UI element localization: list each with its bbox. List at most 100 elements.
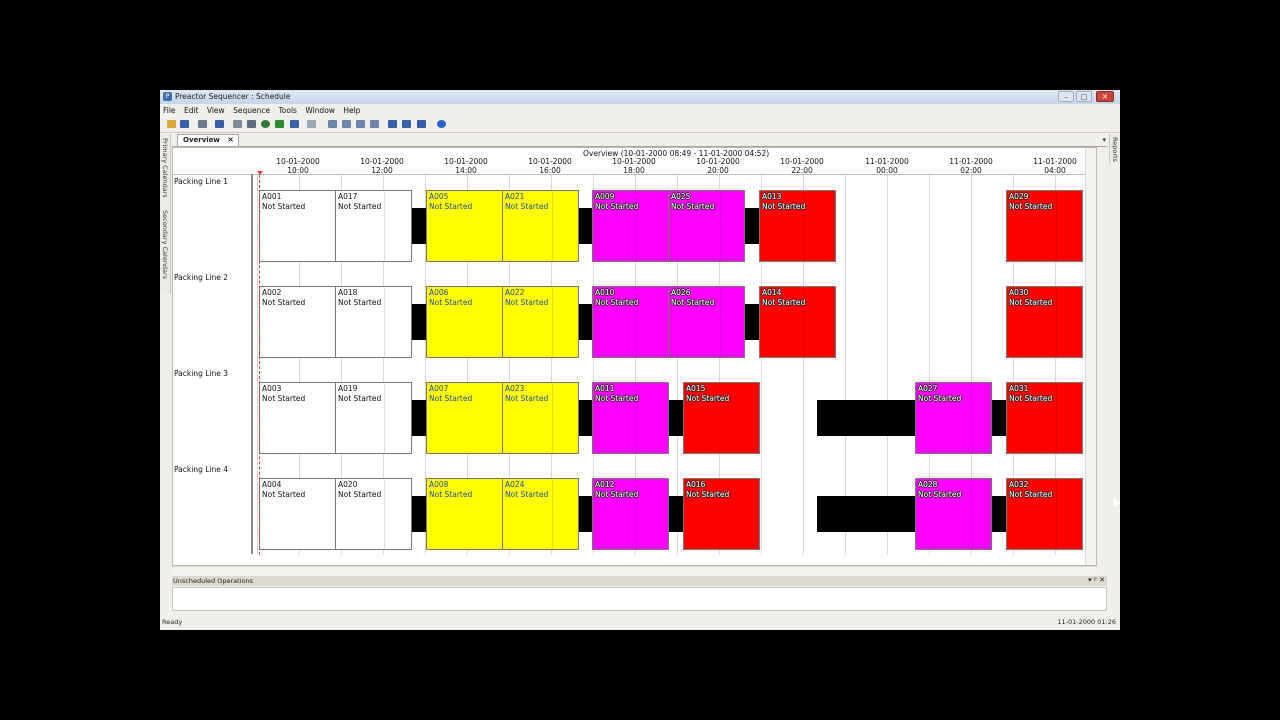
resource-packing-line-4[interactable]: Packing Line 4 <box>174 465 228 474</box>
operation-bar[interactable]: A022 Not Started <box>502 286 579 358</box>
document-icon[interactable] <box>247 120 256 128</box>
tab-list-dropdown-icon[interactable]: ▾ <box>1102 136 1106 144</box>
menu-sequence[interactable]: Sequence <box>233 106 270 115</box>
redo-icon[interactable] <box>307 120 316 128</box>
status-text: Ready <box>162 618 183 626</box>
undo-icon[interactable] <box>290 120 299 128</box>
vertical-scrollbar[interactable] <box>1085 148 1096 565</box>
resource-packing-line-2[interactable]: Packing Line 2 <box>174 273 228 282</box>
operation-bar[interactable]: A029 Not Started <box>1006 190 1083 262</box>
operation-bar[interactable]: A023 Not Started <box>502 382 579 454</box>
window-title: Preactor Sequencer : Schedule <box>175 92 291 101</box>
gridline <box>257 175 258 555</box>
operation-bar[interactable]: A031 Not Started <box>1006 382 1083 454</box>
operation-id: A003 <box>262 384 282 393</box>
grid-view-icon[interactable] <box>328 120 337 128</box>
operation-status: Not Started <box>1009 393 1053 403</box>
globe-icon[interactable] <box>261 120 270 128</box>
operation-bar[interactable]: A019 Not Started <box>335 382 412 454</box>
menu-view[interactable]: View <box>207 106 225 115</box>
operation-bar[interactable]: A013 Not Started <box>759 190 836 262</box>
operation-status: Not Started <box>338 489 382 499</box>
horizontal-scrollbar[interactable] <box>172 566 1097 575</box>
resource-packing-line-1[interactable]: Packing Line 1 <box>174 177 228 186</box>
tick-date: 10-01-2000 <box>696 157 740 166</box>
time-tick-label: 10-01-2000 22:00 <box>772 157 832 175</box>
reports-tab[interactable]: Reports <box>1111 137 1119 162</box>
save-icon[interactable] <box>180 120 189 128</box>
operation-bar[interactable]: A021 Not Started <box>502 190 579 262</box>
tick-date: 10-01-2000 <box>276 157 320 166</box>
close-button[interactable]: ✕ <box>1096 91 1114 102</box>
operation-bar[interactable]: A030 Not Started <box>1006 286 1083 358</box>
operation-bar[interactable]: A026 Not Started <box>668 286 745 358</box>
print-icon[interactable] <box>198 120 207 128</box>
operation-bar[interactable]: A014 Not Started <box>759 286 836 358</box>
operation-bar[interactable]: A001 Not Started <box>259 190 336 262</box>
operation-bar[interactable]: A018 Not Started <box>335 286 412 358</box>
binoculars-icon[interactable] <box>417 120 426 128</box>
help-icon[interactable] <box>437 120 446 128</box>
operation-bar[interactable]: A008 Not Started <box>426 478 503 550</box>
menu-edit[interactable]: Edit <box>184 106 199 115</box>
operation-status: Not Started <box>505 393 549 403</box>
chart-view-icon[interactable] <box>370 120 379 128</box>
resource-packing-line-3[interactable]: Packing Line 3 <box>174 369 228 378</box>
check-icon[interactable] <box>275 120 284 128</box>
operation-id: A031 <box>1009 384 1029 393</box>
close-tab-icon[interactable]: × <box>227 135 234 144</box>
operation-id: A027 <box>918 384 938 393</box>
changeover-block <box>817 496 916 532</box>
operation-id: A025 <box>671 192 691 201</box>
list-view-icon[interactable] <box>342 120 351 128</box>
schedule-gantt-chart[interactable]: Overview (10-01-2000 08:49 - 11-01-2000 … <box>172 147 1097 566</box>
operation-status: Not Started <box>338 297 382 307</box>
minimize-button[interactable]: – <box>1058 91 1074 102</box>
operation-bar[interactable]: A003 Not Started <box>259 382 336 454</box>
operation-bar[interactable]: A012 Not Started <box>592 478 669 550</box>
menu-window[interactable]: Window <box>305 106 335 115</box>
time-tick-label: 11-01-2000 00:00 <box>857 157 917 175</box>
operation-status: Not Started <box>1009 201 1053 211</box>
changeover-block <box>817 400 916 436</box>
zoom-out-icon[interactable] <box>402 120 411 128</box>
operation-bar[interactable]: A004 Not Started <box>259 478 336 550</box>
operation-bar[interactable]: A015 Not Started <box>683 382 760 454</box>
operation-bar[interactable]: A016 Not Started <box>683 478 760 550</box>
operation-bar[interactable]: A005 Not Started <box>426 190 503 262</box>
table-view-icon[interactable] <box>356 120 365 128</box>
menu-file[interactable]: File <box>163 106 176 115</box>
panel-controls-icon[interactable]: ▾ ᵖ ✕ <box>1088 576 1105 584</box>
changeover-block <box>991 400 1007 436</box>
open-icon[interactable] <box>167 120 176 128</box>
operation-bar[interactable]: A006 Not Started <box>426 286 503 358</box>
changeover-block <box>991 496 1007 532</box>
menu-help[interactable]: Help <box>343 106 360 115</box>
tick-date: 10-01-2000 <box>612 157 656 166</box>
tab-overview[interactable]: Overview × <box>177 134 239 146</box>
zoom-in-icon[interactable] <box>388 120 397 128</box>
operation-status: Not Started <box>1009 489 1053 499</box>
operation-bar[interactable]: A007 Not Started <box>426 382 503 454</box>
operation-bar[interactable]: A002 Not Started <box>259 286 336 358</box>
menu-tools[interactable]: Tools <box>278 106 296 115</box>
operation-bar[interactable]: A032 Not Started <box>1006 478 1083 550</box>
paste-icon[interactable] <box>233 120 242 128</box>
operation-bar[interactable]: A024 Not Started <box>502 478 579 550</box>
unscheduled-operations-list[interactable] <box>172 587 1107 611</box>
primary-calendars-tab[interactable]: Primary Calendars <box>161 138 169 198</box>
operation-bar[interactable]: A011 Not Started <box>592 382 669 454</box>
time-marker-arrow-icon[interactable] <box>257 171 263 175</box>
operation-bar[interactable]: A028 Not Started <box>915 478 992 550</box>
tick-date: 11-01-2000 <box>865 157 909 166</box>
operation-bar[interactable]: A025 Not Started <box>668 190 745 262</box>
maximize-button[interactable]: □ <box>1076 91 1092 102</box>
operation-bar[interactable]: A027 Not Started <box>915 382 992 454</box>
secondary-calendars-tab[interactable]: Secondary Calendars <box>161 210 169 279</box>
copy-icon[interactable] <box>215 120 224 128</box>
operation-bar[interactable]: A020 Not Started <box>335 478 412 550</box>
operation-status: Not Started <box>429 201 473 211</box>
operation-bar[interactable]: A017 Not Started <box>335 190 412 262</box>
operation-bar[interactable]: A009 Not Started <box>592 190 669 262</box>
operation-bar[interactable]: A010 Not Started <box>592 286 669 358</box>
